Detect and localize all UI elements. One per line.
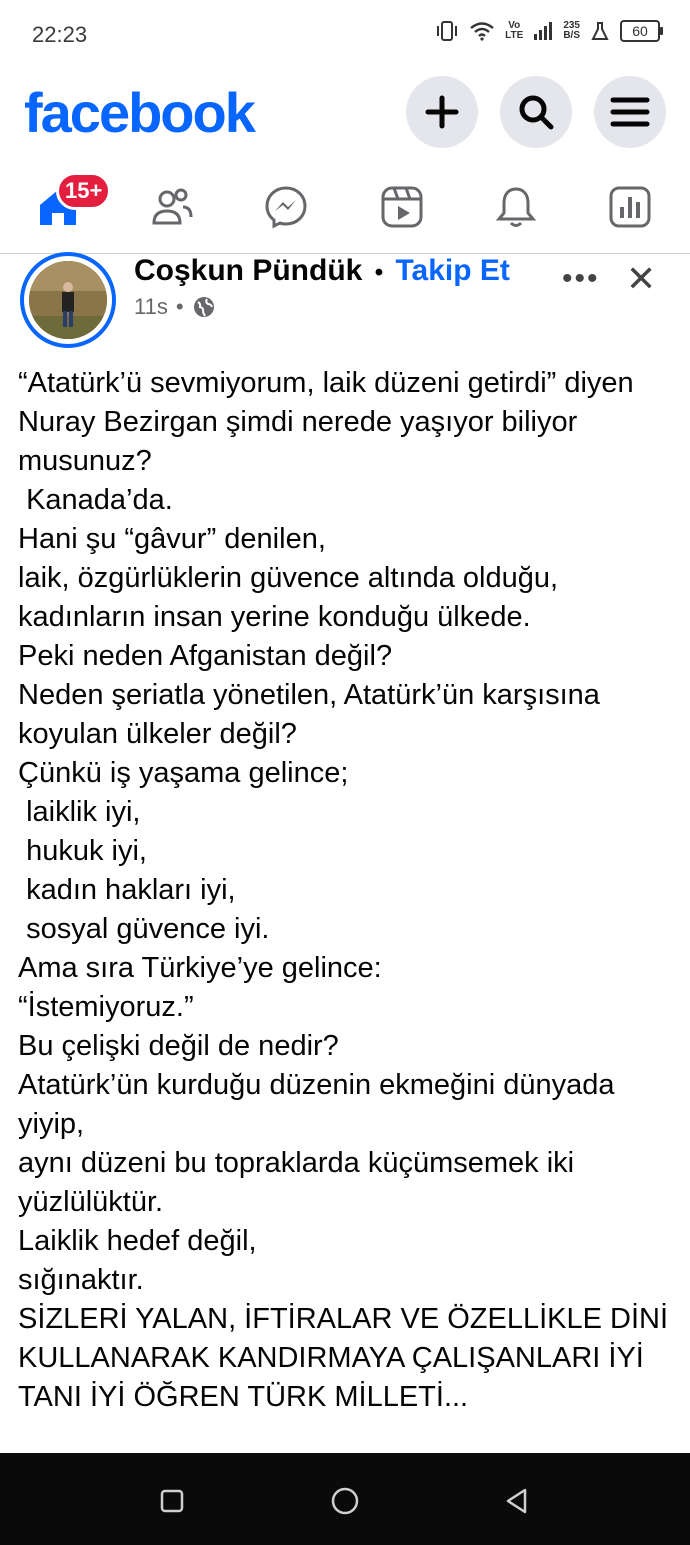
tab-friends[interactable] [142, 177, 202, 237]
avatar[interactable] [20, 252, 116, 348]
follow-button[interactable]: Takip Et [395, 254, 509, 287]
dashboard-icon [609, 186, 651, 228]
tab-notifications[interactable] [486, 177, 546, 237]
post-author-line: Coşkun Pündük • Takip Et [134, 254, 510, 288]
data-speed: 235 B/S [563, 21, 580, 41]
home-button[interactable] [325, 1483, 365, 1519]
more-options-button[interactable]: ••• [562, 262, 600, 296]
create-button[interactable] [406, 76, 478, 148]
tab-dashboard[interactable] [600, 177, 660, 237]
status-time: 22:23 [32, 22, 88, 47]
globe-icon [193, 297, 214, 317]
friends-icon [152, 188, 193, 225]
status-bar: 22:23 Vo LTE 235 B/S 60 [0, 0, 690, 70]
volte-indicator: Vo LTE [505, 21, 523, 41]
video-icon [381, 186, 423, 228]
menu-icon [610, 97, 650, 127]
post-time[interactable]: 11s [134, 294, 168, 320]
vibrate-icon [435, 20, 459, 42]
menu-button[interactable] [594, 76, 666, 148]
plus-icon [425, 95, 459, 129]
home-circle-icon [331, 1487, 359, 1515]
messenger-icon [265, 186, 307, 229]
tab-video[interactable] [372, 177, 432, 237]
author-name[interactable]: Coşkun Pündük [134, 254, 362, 287]
volte-bottom: LTE [505, 30, 524, 41]
speed-unit: B/S [563, 30, 580, 41]
avatar-photo [29, 261, 107, 339]
close-icon[interactable]: ✕ [626, 258, 656, 300]
facebook-logo[interactable]: facebook [24, 78, 256, 148]
back-icon [506, 1488, 527, 1514]
post-text: “Atatürk’ü sevmiyorum, laik düzeni getir… [18, 367, 669, 1413]
post-meta: 11s • [134, 294, 216, 320]
signal-icon [533, 21, 553, 41]
flask-icon [590, 21, 610, 41]
notifications-icon [495, 187, 537, 227]
battery-level: 60 [632, 23, 648, 39]
notification-badge: 15+ [56, 172, 112, 210]
search-button[interactable] [500, 76, 572, 148]
app-header: facebook [0, 70, 690, 160]
system-nav-bar [0, 1453, 690, 1545]
search-icon [519, 95, 554, 130]
author-separator: • [374, 259, 384, 286]
recents-icon [160, 1489, 184, 1513]
wifi-icon [469, 21, 495, 41]
tab-messenger[interactable] [256, 177, 316, 237]
status-icons: Vo LTE 235 B/S 60 [435, 20, 663, 42]
meta-dot: • [175, 294, 184, 319]
battery-icon: 60 [620, 20, 663, 42]
back-button[interactable] [497, 1483, 537, 1519]
recents-button[interactable] [152, 1483, 192, 1519]
post-header: Coşkun Pündük • Takip Et 11s • ••• ✕ [0, 248, 690, 348]
